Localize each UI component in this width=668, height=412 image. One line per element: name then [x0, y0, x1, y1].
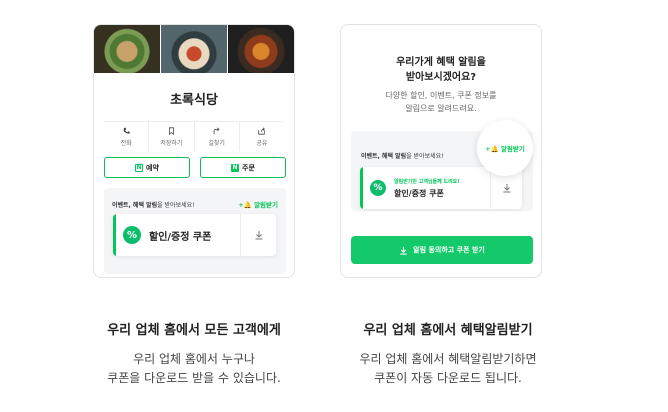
caption-description: 우리 업체 홈에서 혜택알림받기하면 쿠폰이 자동 다운로드 됩니다.	[318, 350, 578, 388]
benefit-prompt-rest: 을 받아보세요!	[406, 153, 444, 160]
share-icon	[258, 127, 266, 135]
reserve-label: 예약	[146, 163, 159, 172]
prompt-subtitle-line: 다양한 할인, 이벤트, 쿠폰 정보를	[385, 91, 497, 100]
order-label: 주문	[242, 163, 255, 172]
coupon-body: % 알림받기만 고객님들께 드려요! 할인/증정 쿠폰	[360, 167, 490, 209]
notify-button[interactable]: +🔔 알림받기	[477, 120, 533, 176]
action-label: 공유	[256, 139, 268, 147]
coupon-text: 알림받기만 고객님들께 드려요! 할인/증정 쿠폰	[394, 178, 460, 199]
benefit-prompt-rest: 을 받아보세요!	[157, 201, 195, 209]
reserve-button[interactable]: N 예약	[104, 157, 190, 178]
prompt-subtitle-line: 알림으로 알려드려요.	[405, 104, 477, 113]
right-caption: 우리 업체 홈에서 혜택알림받기 우리 업체 홈에서 혜택알림받기하면 쿠폰이 …	[318, 319, 578, 388]
caption-line: 우리 업체 홈에서 혜택알림받기하면	[359, 352, 537, 366]
prompt-subtitle: 다양한 할인, 이벤트, 쿠폰 정보를 알림으로 알려드려요.	[341, 89, 541, 115]
coupon-body: % 할인/증정 쿠폰	[113, 214, 240, 256]
left-caption: 우리 업체 홈에서 모든 고객에게 우리 업체 홈에서 누구나 쿠폰을 다운로드…	[64, 319, 324, 388]
benefit-prompt: 이벤트, 혜택 알림을 받아보세요!	[361, 151, 444, 160]
photo-strip	[94, 25, 294, 73]
cta-label: 알림 동의하고 쿠폰 받기	[413, 246, 485, 254]
directions-icon	[213, 127, 220, 134]
download-icon	[503, 184, 510, 193]
naver-n-icon: N	[135, 163, 144, 172]
booking-row: N 예약 N 주문	[104, 157, 286, 178]
caption-title: 우리 업체 홈에서 혜택알림받기	[363, 323, 533, 338]
benefit-prompt-bold: 이벤트, 혜택 알림	[112, 201, 158, 209]
food-photo[interactable]	[227, 25, 294, 73]
food-photo[interactable]	[160, 25, 227, 73]
benefit-header: 이벤트, 혜택 알림을 받아보세요! +🔔 알림받기	[112, 199, 278, 209]
coupon-download-button[interactable]	[240, 214, 276, 256]
download-icon	[400, 246, 407, 255]
bookmark-icon	[168, 126, 174, 135]
action-label: 길찾기	[208, 139, 225, 147]
action-label: 저장하기	[160, 139, 183, 147]
share-button[interactable]: 공유	[238, 122, 284, 151]
call-button[interactable]: 전화	[104, 122, 148, 151]
naver-n-icon: N	[231, 163, 240, 172]
benefit-prompt-bold: 이벤트, 혜택 알림	[361, 153, 407, 160]
save-button[interactable]: 저장하기	[148, 122, 193, 151]
order-button[interactable]: N 주문	[200, 157, 286, 178]
caption-line: 우리 업체 홈에서 누구나	[133, 352, 255, 366]
discount-coupon[interactable]: % 할인/증정 쿠폰	[113, 214, 276, 256]
percent-icon: %	[123, 226, 141, 244]
notify-button[interactable]: +🔔 알림받기	[238, 199, 278, 209]
store-name: 초록식당	[170, 93, 218, 108]
caption-line: 쿠폰을 다운로드 받을 수 있습니다.	[107, 371, 281, 385]
benefit-prompt: 이벤트, 혜택 알림을 받아보세요!	[112, 200, 195, 209]
download-icon	[255, 231, 262, 240]
prompt-title-line: 우리가게 혜택 알림을	[396, 57, 486, 68]
caption-title: 우리 업체 홈에서 모든 고객에게	[107, 323, 281, 338]
phone-icon	[123, 127, 130, 134]
agree-and-get-coupon-button[interactable]: 알림 동의하고 쿠폰 받기	[351, 236, 533, 264]
action-label: 전화	[120, 139, 132, 147]
action-bar: 전화 저장하기 길찾기 공유	[104, 121, 284, 151]
food-photo[interactable]	[94, 25, 160, 73]
caption-line: 쿠폰이 자동 다운로드 됩니다.	[374, 371, 522, 385]
directions-button[interactable]: 길찾기	[193, 122, 239, 151]
caption-description: 우리 업체 홈에서 누구나 쿠폰을 다운로드 받을 수 있습니다.	[64, 350, 324, 388]
prompt-title: 우리가게 혜택 알림을 받아보시겠어요?	[341, 55, 541, 85]
coupon-title: 할인/증정 쿠폰	[149, 231, 212, 243]
coupon-title: 할인/증정 쿠폰	[394, 188, 444, 198]
prompt-title-line: 받아보시겠어요?	[405, 72, 477, 83]
percent-icon: %	[370, 180, 386, 196]
coupon-notice: 알림받기만 고객님들께 드려요!	[394, 178, 460, 185]
